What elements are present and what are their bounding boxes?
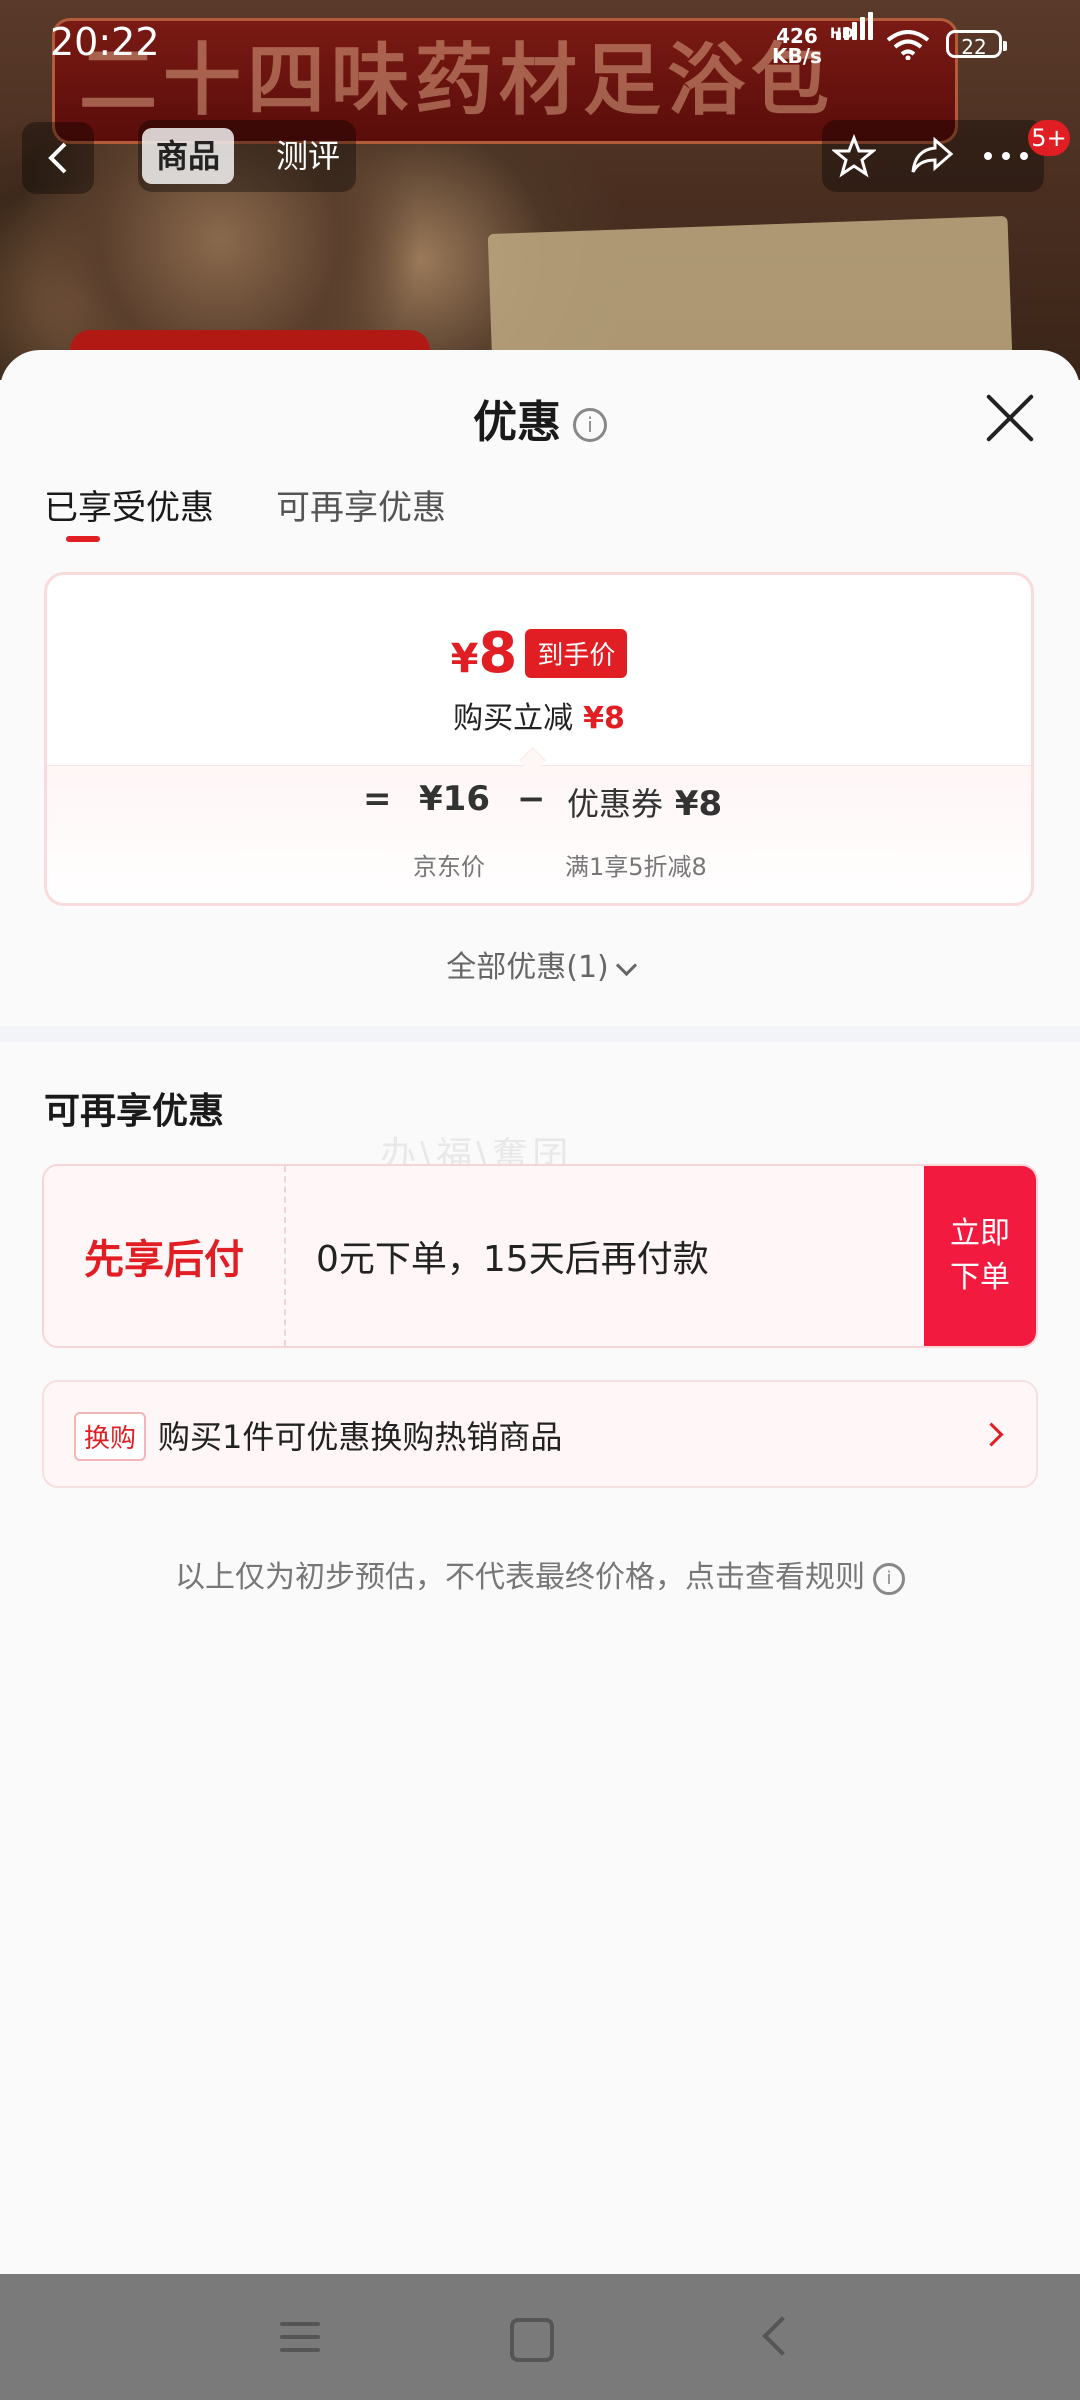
final-price-value: 8 bbox=[478, 621, 518, 686]
coupon-caption: 满1享5折减8 bbox=[565, 853, 707, 881]
nav-actions bbox=[822, 120, 1044, 192]
pay-later-card[interactable]: 先享后付 0元下单，15天后再付款 立即下单 bbox=[42, 1164, 1038, 1348]
order-now-label: 立即下单 bbox=[950, 1216, 1010, 1295]
exchange-tag: 换购 bbox=[74, 1412, 147, 1461]
chevron-left-icon bbox=[48, 142, 67, 174]
sheet-title-text: 优惠 bbox=[473, 397, 561, 448]
sheet-title: 优惠 i bbox=[0, 386, 1080, 450]
currency-symbol: ¥ bbox=[450, 636, 479, 682]
info-icon: i bbox=[873, 1562, 905, 1595]
status-bar: 20:22 426 KB/s HD 22 bbox=[0, 0, 1080, 88]
exchange-text: 购买1件可优惠换购热销商品 bbox=[158, 1418, 563, 1456]
coupon-amount: ¥8 bbox=[674, 784, 723, 824]
reduction-label: 购买立减 bbox=[453, 701, 574, 736]
chevron-down-icon bbox=[615, 954, 637, 977]
all-offers-toggle[interactable]: 全部优惠(1) bbox=[0, 942, 1080, 986]
info-icon[interactable]: i bbox=[573, 408, 607, 442]
home-button[interactable] bbox=[510, 2318, 554, 2362]
status-time: 20:22 bbox=[50, 20, 160, 64]
back-button[interactable] bbox=[22, 122, 94, 194]
rules-note[interactable]: 以上仅为初步预估，不代表最终价格，点击查看规则 i bbox=[0, 1552, 1080, 1596]
coupon-label: 优惠券 bbox=[567, 785, 664, 823]
chevron-right-icon bbox=[979, 1422, 1004, 1447]
pay-later-description: 0元下单，15天后再付款 bbox=[316, 1239, 709, 1280]
more-icon bbox=[984, 152, 1028, 160]
final-price-tag: 到手价 bbox=[525, 629, 628, 678]
all-offers-label: 全部优惠(1) bbox=[446, 950, 609, 985]
network-speed-value: 426 bbox=[776, 24, 818, 48]
tab-product[interactable]: 商品 bbox=[142, 128, 235, 184]
tab-review[interactable]: 测评 bbox=[262, 128, 354, 184]
discount-sheet: 优惠 i 已享受优惠 可再享优惠 ¥8 到手价 购买立减 ¥8 = ¥16 − 优惠券… bbox=[0, 350, 1080, 2274]
final-price: ¥8 到手价 bbox=[47, 621, 1031, 686]
hd-label: HD bbox=[830, 26, 854, 42]
section-divider bbox=[0, 1026, 1080, 1042]
coupon-deduction: 优惠券 ¥8 bbox=[567, 779, 722, 825]
system-navigation-bar bbox=[0, 2274, 1080, 2400]
order-now-button[interactable]: 立即下单 bbox=[924, 1166, 1036, 1346]
wifi-icon bbox=[886, 30, 930, 60]
price-summary-card: ¥8 到手价 购买立减 ¥8 = ¥16 − 优惠券 ¥8 京东价 满1享5折减8 bbox=[44, 572, 1034, 906]
pay-later-label: 先享后付 bbox=[44, 1166, 286, 1346]
share-button[interactable] bbox=[906, 130, 958, 182]
active-tab-indicator bbox=[66, 536, 100, 542]
instant-reduction: 购买立减 ¥8 bbox=[47, 693, 1031, 737]
reduction-amount: ¥8 bbox=[583, 701, 625, 736]
network-speed: 426 KB/s bbox=[772, 26, 822, 66]
exchange-offer-row[interactable]: 换购 购买1件可优惠换购热销商品 bbox=[42, 1380, 1038, 1488]
battery-icon: 22 bbox=[946, 30, 1007, 59]
base-price-caption: 京东价 bbox=[413, 853, 485, 881]
network-speed-unit: KB/s bbox=[772, 44, 822, 68]
tab-enjoyed-offers[interactable]: 已享受优惠 bbox=[44, 480, 214, 529]
formula-minus: − bbox=[517, 779, 546, 819]
final-price-amount: ¥8 bbox=[451, 621, 518, 686]
tab-more-offers[interactable]: 可再享优惠 bbox=[276, 480, 446, 529]
star-icon bbox=[832, 134, 876, 178]
message-badge: 5+ bbox=[1028, 120, 1070, 156]
recent-apps-button[interactable] bbox=[276, 2312, 326, 2362]
rules-note-text: 以上仅为初步预估，不代表最终价格，点击查看规则 bbox=[175, 1560, 865, 1595]
system-back-button[interactable] bbox=[754, 2312, 804, 2362]
product-nav-tabs: 商品 测评 bbox=[138, 120, 356, 192]
favorite-button[interactable] bbox=[828, 130, 880, 182]
close-icon[interactable] bbox=[984, 392, 1036, 444]
more-button[interactable] bbox=[980, 130, 1032, 182]
more-offers-title: 可再享优惠 bbox=[44, 1091, 225, 1132]
base-price: ¥16 bbox=[419, 779, 490, 819]
share-icon bbox=[911, 136, 954, 173]
formula-equals: = bbox=[363, 779, 392, 819]
